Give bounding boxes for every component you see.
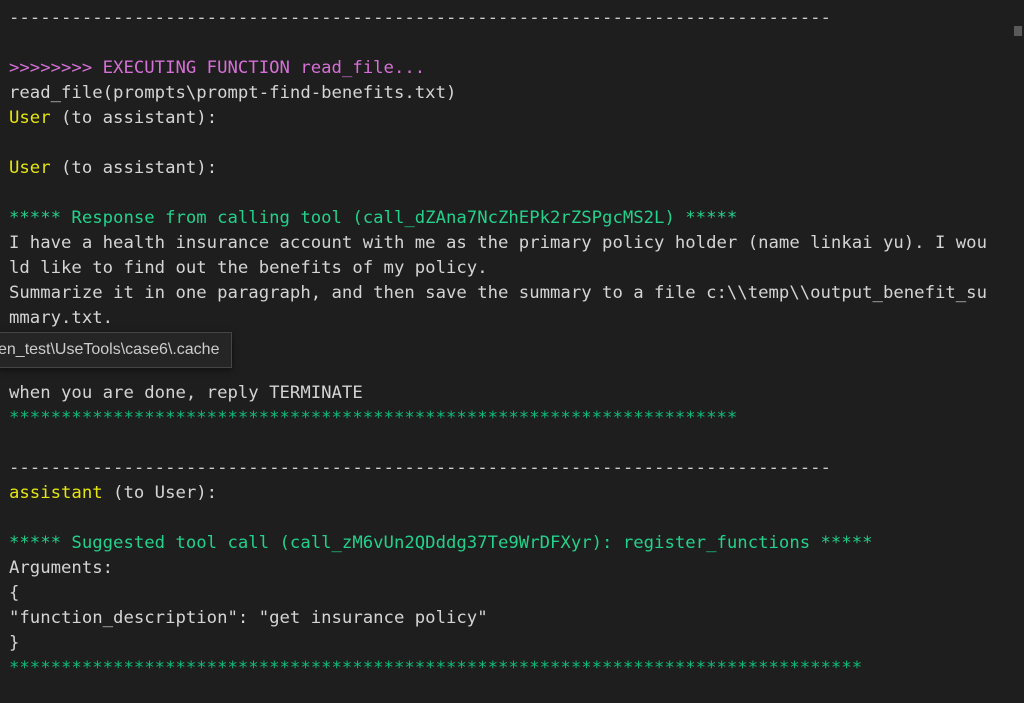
line-text: "function_description": "get insurance p… [9, 608, 488, 628]
terminal-line: ld like to find out the benefits of my p… [0, 256, 1012, 281]
line-text: Summarize it in one paragraph, and then … [9, 283, 987, 303]
speaker-name: User [9, 158, 51, 178]
terminal-line: { [0, 581, 1012, 606]
line-text: ****************************************… [9, 658, 863, 678]
speaker-target: (to assistant): [50, 158, 218, 178]
speaker-target: (to User): [102, 483, 218, 503]
line-text: ----------------------------------------… [9, 458, 831, 478]
line-text: when you are done, reply TERMINATE [9, 383, 363, 403]
terminal-line: User (to assistant): [0, 106, 1012, 131]
terminal-line: "function_description": "get insurance p… [0, 606, 1012, 631]
terminal-line: ****************************************… [0, 406, 1012, 431]
line-text: Arguments: [9, 558, 114, 578]
speaker-name: User [9, 108, 51, 128]
path-tooltip: en_test\UseTools\case6\.cache [0, 332, 233, 368]
terminal-line: Summarize it in one paragraph, and then … [0, 281, 1012, 306]
speaker-target: (to assistant): [50, 108, 218, 128]
line-text: read_file(prompts\prompt-find-benefits.t… [9, 83, 457, 103]
terminal-line: >>>>>>>> EXECUTING FUNCTION read_file... [0, 56, 1012, 81]
line-text: ld like to find out the benefits of my p… [9, 258, 488, 278]
terminal-line: assistant (to User): [0, 481, 1012, 506]
terminal-line: User (to assistant): [0, 156, 1012, 181]
terminal-line: when you are done, reply TERMINATE [0, 381, 1012, 406]
line-text: } [9, 633, 20, 653]
terminal-line: ----------------------------------------… [0, 456, 1012, 481]
terminal-line: ***** Response from calling tool (call_d… [0, 206, 1012, 231]
speaker-name: assistant [9, 483, 103, 503]
line-text: I have a health insurance account with m… [9, 233, 987, 253]
terminal-line: mmary.txt. [0, 306, 1012, 331]
line-text: ***** Response from calling tool (call_d… [9, 208, 738, 228]
terminal-line: ----------------------------------------… [0, 6, 1012, 31]
scrollbar-thumb[interactable] [1014, 26, 1022, 36]
line-text: ----------------------------------------… [9, 8, 831, 28]
terminal-line: read_file(prompts\prompt-find-benefits.t… [0, 81, 1012, 106]
line-text: { [9, 583, 20, 603]
line-text: >>>>>>>> EXECUTING FUNCTION read_file... [9, 58, 426, 78]
line-text: ***** Suggested tool call (call_zM6vUn2Q… [9, 533, 873, 553]
terminal-line: } [0, 631, 1012, 656]
line-text: mmary.txt. [9, 308, 114, 328]
scrollbar[interactable] [1012, 0, 1024, 697]
line-text: ****************************************… [9, 408, 738, 428]
terminal-line: ****************************************… [0, 656, 1012, 681]
terminal-line: Arguments: [0, 556, 1012, 581]
terminal-line: ***** Suggested tool call (call_zM6vUn2Q… [0, 531, 1012, 556]
terminal-line: I have a health insurance account with m… [0, 231, 1012, 256]
